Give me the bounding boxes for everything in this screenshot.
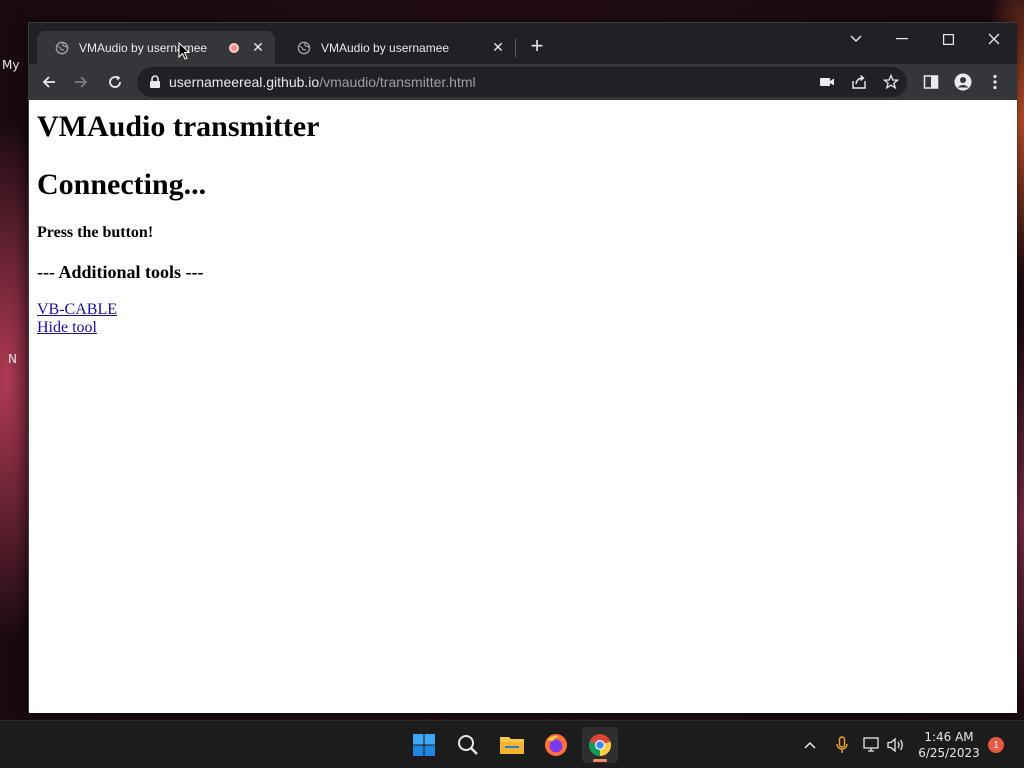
tab-separator [515,39,516,57]
tab-close-icon[interactable]: ✕ [491,39,505,56]
profile-icon [954,73,972,91]
menu-icon [993,74,997,90]
url-host: usernameereal.github.io [169,74,320,90]
firefox-button[interactable] [538,727,574,763]
notification-badge[interactable]: 1 [988,737,1004,753]
mouse-cursor-icon [178,42,190,60]
lock-icon[interactable] [149,75,161,89]
page-title: VMAudio transmitter [37,110,320,143]
tab-active[interactable]: VMAudio by usernamee ✕ [37,31,275,64]
start-button[interactable] [406,727,442,763]
close-window-button[interactable] [971,25,1017,53]
chevron-down-icon [850,35,862,42]
globe-icon [297,41,311,54]
maximize-button[interactable] [925,25,971,53]
browser-window: VMAudio by usernamee ✕ VMAudio by userna… [28,22,1017,713]
back-button[interactable] [35,68,63,96]
recording-indicator-icon [229,42,239,53]
tab-close-icon[interactable]: ✕ [251,39,265,56]
connection-status: Connecting... [37,168,207,201]
url-path: /vmaudio/transmitter.html [319,74,476,90]
minimize-icon [896,38,908,40]
tab-search-button[interactable] [833,25,879,53]
volume-icon [887,737,903,753]
network-icon [863,737,879,752]
page-content: VMAudio transmitter Connecting... Press … [29,100,1017,713]
network-tray-button[interactable] [862,735,882,755]
volume-tray-button[interactable] [886,735,906,755]
microphone-tray-button[interactable] [832,735,852,755]
menu-button[interactable] [981,68,1009,96]
tab-title: VMAudio by usernamee [79,40,208,55]
vb-cable-link[interactable]: VB-CABLE [37,301,1009,319]
chrome-button[interactable] [582,727,618,763]
file-explorer-button[interactable] [494,727,530,763]
tools-heading: --- Additional tools --- [37,262,204,282]
desktop-icon-label[interactable]: My [2,58,19,72]
camera-icon[interactable] [819,74,835,90]
search-icon [458,735,478,755]
side-panel-icon [923,75,939,89]
file-explorer-icon [500,737,524,754]
hide-tool-link[interactable]: Hide tool [37,319,1009,337]
url-text[interactable]: usernameereal.github.io/vmaudio/transmit… [169,74,476,90]
minimize-button[interactable] [879,25,925,53]
reload-icon [109,75,121,88]
back-icon [42,76,55,88]
instruction-text: Press the button! [37,224,154,241]
browser-toolbar: usernameereal.github.io/vmaudio/transmit… [29,64,1017,100]
clock-date: 6/25/2023 [918,746,980,760]
taskbar: 1:46 AM 6/25/2023 1 [0,720,1024,768]
forward-button[interactable] [67,68,95,96]
tab-title: VMAudio by usernamee [321,40,450,55]
share-icon[interactable] [851,74,867,90]
show-hidden-icons-button[interactable] [800,735,820,755]
profile-button[interactable] [949,68,977,96]
forward-icon [75,76,88,88]
tab-inactive[interactable]: VMAudio by usernamee ✕ [279,31,515,64]
firefox-icon [545,734,567,756]
system-clock[interactable]: 1:46 AM 6/25/2023 [914,729,984,761]
address-bar[interactable]: usernameereal.github.io/vmaudio/transmit… [137,67,907,97]
star-icon[interactable] [883,74,899,90]
desktop-icon-label[interactable]: N [8,352,17,366]
new-tab-button[interactable]: + [527,34,547,58]
side-panel-button[interactable] [917,68,945,96]
chevron-up-icon [804,741,816,749]
microphone-icon [836,736,848,753]
start-icon [413,734,435,756]
globe-icon [55,41,69,54]
clock-time: 1:46 AM [924,730,974,744]
chrome-icon [588,734,612,757]
reload-button[interactable] [101,68,129,96]
maximize-icon [942,33,954,45]
search-button[interactable] [450,727,486,763]
close-icon [988,33,1000,45]
tools-links: VB-CABLE Hide tool [37,301,1009,337]
